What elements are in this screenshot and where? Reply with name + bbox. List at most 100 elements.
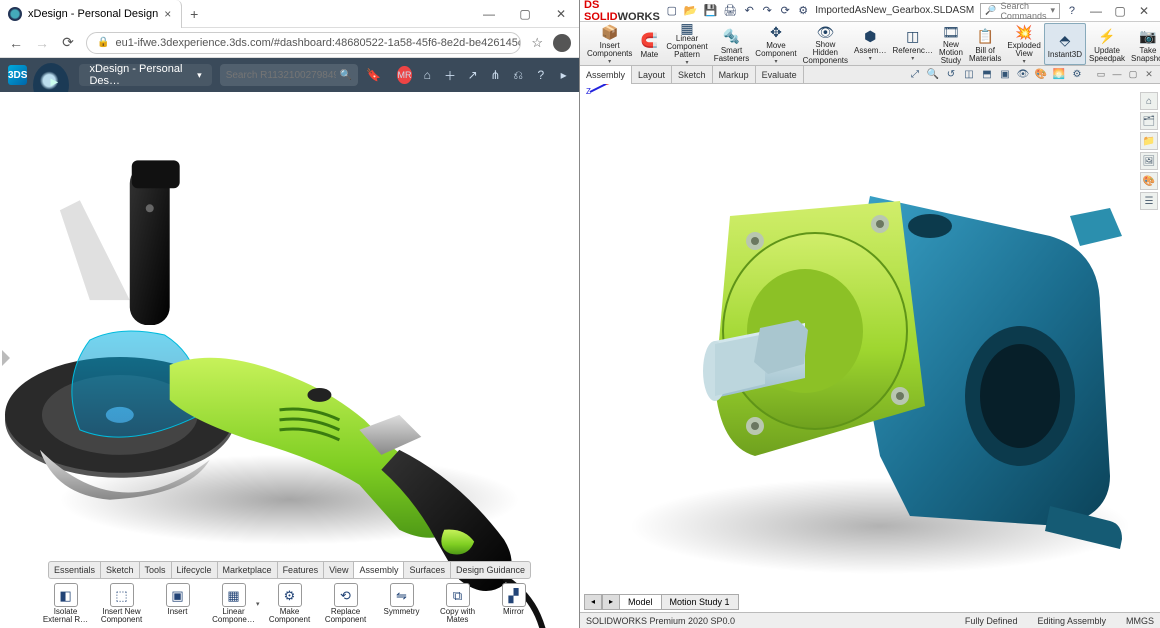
qat-new-icon[interactable]: ▢: [666, 3, 678, 19]
plus-icon[interactable]: ＋: [443, 66, 458, 84]
reload-button[interactable]: ⟳: [60, 35, 76, 51]
cmd-motion-study[interactable]: 🎞New Motion Study: [936, 23, 966, 65]
maximize-button[interactable]: ▢: [507, 0, 543, 28]
qat-rebuild-icon[interactable]: ⟳: [779, 3, 791, 19]
motion-study-tab[interactable]: Motion Study 1: [662, 594, 739, 610]
tab-design-guidance[interactable]: Design Guidance: [451, 562, 530, 578]
tab-lifecycle[interactable]: Lifecycle: [172, 562, 218, 578]
doc-close-icon[interactable]: ✕: [1142, 69, 1156, 80]
hide-show-icon[interactable]: 👁: [1016, 68, 1030, 82]
qat-undo-icon[interactable]: ↶: [743, 3, 755, 19]
doc-minimize-icon[interactable]: —: [1110, 69, 1124, 80]
tab-essentials[interactable]: Essentials: [49, 562, 101, 578]
search-field[interactable]: 🔍: [220, 64, 358, 86]
tool-insert-new[interactable]: ⬚Insert New Component: [97, 583, 147, 624]
cmd-show-hidden[interactable]: 👁Show Hidden Components: [800, 23, 851, 65]
tab-surfaces[interactable]: Surfaces: [404, 562, 451, 578]
tool-make-component[interactable]: ⚙Make Component: [265, 583, 315, 624]
tab-assembly[interactable]: Assembly: [354, 562, 404, 578]
appearance-icon[interactable]: 🎨: [1034, 68, 1048, 82]
tab-view[interactable]: View: [324, 562, 354, 578]
tool-linear-pattern[interactable]: ▦▾Linear Compone…: [209, 583, 259, 624]
solidworks-viewport[interactable]: ⌂ 🗂 📁 🖼 🎨 ☰ Y X Z ◂ ▸ Model Motion Study…: [580, 84, 1160, 628]
tool-insert[interactable]: ▣Insert: [153, 583, 203, 616]
ctx-tab-sketch[interactable]: Sketch: [672, 66, 713, 84]
address-bar[interactable]: 🔒 eu1-ifwe.3dexperience.3ds.com/#dashboa…: [86, 32, 521, 54]
profile-avatar[interactable]: [553, 34, 571, 52]
cmd-assembly-features[interactable]: ⬢Assem…▾: [851, 23, 889, 65]
view-settings-icon[interactable]: ⚙: [1070, 68, 1084, 82]
search-input[interactable]: [226, 70, 336, 81]
qat-save-icon[interactable]: 💾: [704, 3, 718, 19]
cmd-take-snapshot[interactable]: 📷Take Snapshot: [1128, 23, 1160, 65]
tool-copy-with-mates[interactable]: ⧉Copy with Mates: [433, 583, 483, 624]
tool-isolate[interactable]: ◧Isolate External R…: [41, 583, 91, 624]
cmd-reference[interactable]: ◫Referenc…▾: [889, 23, 935, 65]
tab-tools[interactable]: Tools: [140, 562, 172, 578]
maximize-button[interactable]: ▢: [1108, 0, 1132, 22]
branch-icon[interactable]: ⎌: [511, 66, 526, 84]
ctx-tab-assembly[interactable]: Assembly: [580, 65, 632, 84]
isolate-icon: ◧: [54, 583, 78, 607]
section-view-icon[interactable]: ◫: [962, 68, 976, 82]
home-icon[interactable]: ⌂: [420, 66, 435, 84]
insert-icon: ▣: [166, 583, 190, 607]
forward-button[interactable]: →: [34, 35, 50, 51]
cmd-mate[interactable]: 🧲Mate: [635, 23, 663, 65]
cmd-smart-fasteners[interactable]: 🔩Smart Fasteners: [711, 23, 753, 65]
bookmark-button[interactable]: ☆: [531, 35, 543, 51]
minimize-button[interactable]: —: [471, 0, 507, 28]
qat-open-icon[interactable]: 📂: [684, 3, 698, 19]
cmd-exploded-view[interactable]: 💥Exploded View▾: [1004, 23, 1043, 65]
question-icon[interactable]: ?: [534, 66, 549, 84]
nodes-icon[interactable]: ⋔: [488, 66, 503, 84]
cmd-insert-components[interactable]: 📦Insert Components▾: [584, 23, 635, 65]
tool-replace-component[interactable]: ⟲Replace Component: [321, 583, 371, 624]
tab-marketplace[interactable]: Marketplace: [218, 562, 278, 578]
tab-features[interactable]: Features: [278, 562, 325, 578]
cmd-instant3d[interactable]: ⬘Instant3D: [1044, 23, 1086, 65]
close-button[interactable]: ✕: [543, 0, 579, 28]
compass-dial-icon[interactable]: [33, 63, 69, 92]
close-button[interactable]: ✕: [1132, 0, 1156, 22]
back-button[interactable]: ←: [8, 35, 24, 51]
xdesign-viewport[interactable]: Essentials Sketch Tools Lifecycle Market…: [0, 92, 579, 628]
scene-icon[interactable]: 🌅: [1052, 68, 1066, 82]
new-tab-button[interactable]: +: [182, 6, 206, 22]
tag-icon[interactable]: 🔖: [366, 66, 381, 84]
prev-view-icon[interactable]: ↺: [944, 68, 958, 82]
zoom-fit-icon[interactable]: ⤢: [908, 68, 922, 82]
close-tab-icon[interactable]: ×: [164, 7, 171, 21]
model-tab[interactable]: Model: [620, 594, 662, 610]
tool-mirror[interactable]: ▞Mirror: [489, 583, 539, 616]
ctx-tab-evaluate[interactable]: Evaluate: [756, 66, 804, 84]
qat-options-icon[interactable]: ⚙: [797, 3, 809, 19]
view-orient-icon[interactable]: ⬒: [980, 68, 994, 82]
tab-sketch[interactable]: Sketch: [101, 562, 140, 578]
cmd-bom[interactable]: 📋Bill of Materials: [966, 23, 1004, 65]
cmd-move-component[interactable]: ✥Move Component▾: [752, 23, 799, 65]
notification-badge[interactable]: MR: [397, 66, 412, 84]
command-search[interactable]: 🔎 Search Commands ▾: [980, 3, 1060, 19]
share-icon[interactable]: ↗: [465, 66, 480, 84]
qat-print-icon[interactable]: 🖨: [723, 3, 737, 19]
platform-logo-icon[interactable]: 3DS: [8, 65, 27, 85]
app-title-dropdown[interactable]: xDesign - Personal Des… ▾: [79, 64, 211, 86]
doc-maximize-icon[interactable]: ▢: [1126, 69, 1140, 80]
cmd-linear-pattern[interactable]: ▦Linear Component Pattern▾: [663, 23, 710, 65]
tool-symmetry[interactable]: ⇋Symmetry: [377, 583, 427, 616]
ctx-tab-layout[interactable]: Layout: [632, 66, 672, 84]
help-icon[interactable]: ?: [1066, 3, 1078, 19]
flag-icon[interactable]: ▸: [556, 66, 571, 84]
ctx-tab-markup[interactable]: Markup: [713, 66, 756, 84]
display-style-icon[interactable]: ▣: [998, 68, 1012, 82]
minimize-button[interactable]: —: [1084, 0, 1108, 22]
orientation-triad[interactable]: Y X Z: [586, 84, 1160, 588]
qat-redo-icon[interactable]: ↷: [761, 3, 773, 19]
zoom-area-icon[interactable]: 🔍: [926, 68, 940, 82]
browser-tab[interactable]: xDesign - Personal Design ×: [0, 0, 182, 28]
next-sheet-button[interactable]: ▸: [602, 594, 620, 610]
cmd-update-speedpak[interactable]: ⚡Update Speedpak: [1086, 23, 1128, 65]
doc-restore-icon[interactable]: ▭: [1094, 69, 1108, 80]
prev-sheet-button[interactable]: ◂: [584, 594, 602, 610]
